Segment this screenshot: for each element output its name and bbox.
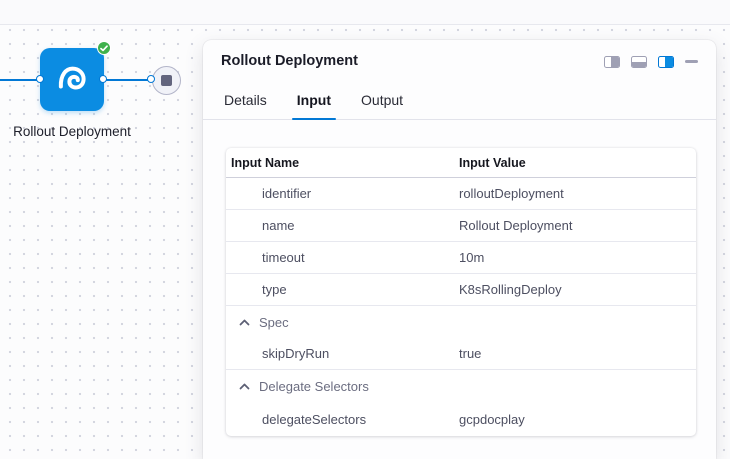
table-header-row: Input Name Input Value [226, 148, 696, 178]
rolling-deployment-icon [57, 64, 88, 95]
row-name: identifier [226, 186, 459, 201]
row-name: timeout [226, 250, 459, 265]
chevron-up-icon[interactable] [239, 319, 250, 326]
table-row-name: name Rollout Deployment [226, 210, 696, 242]
panel-body: Input Name Input Value identifier rollou… [203, 120, 716, 436]
node-input-port [36, 75, 44, 83]
row-name: type [226, 282, 459, 297]
tab-input[interactable]: Input [294, 92, 334, 119]
panel-header: Rollout Deployment [203, 40, 716, 78]
table-row-delegateselectors: delegateSelectors gcpdocplay [226, 402, 696, 436]
step-details-panel: Rollout Deployment Details Input Output … [203, 40, 716, 459]
table-row-identifier: identifier rolloutDeployment [226, 178, 696, 210]
col-input-name: Input Name [226, 156, 459, 170]
row-value: 10m [459, 250, 696, 265]
row-name: delegateSelectors [226, 412, 459, 427]
row-value: gcpdocplay [459, 412, 696, 427]
layout-toggle-right-active-icon[interactable] [658, 56, 674, 68]
col-input-value: Input Value [459, 156, 696, 170]
tab-output[interactable]: Output [358, 92, 406, 119]
connector-line-mid [106, 79, 152, 82]
minus-icon [685, 60, 698, 63]
tab-bar: Details Input Output [203, 78, 716, 120]
table-row-skipdryrun: skipDryRun true [226, 338, 696, 370]
tab-details[interactable]: Details [221, 92, 270, 119]
success-badge [97, 41, 111, 55]
step-node-rollout-deployment[interactable] [40, 48, 104, 111]
row-name: name [226, 218, 459, 233]
node-output-port [99, 75, 107, 83]
row-name: skipDryRun [226, 346, 459, 361]
inputs-table: Input Name Input Value identifier rollou… [226, 148, 696, 436]
layout-toggle-right-half-icon[interactable] [604, 56, 620, 68]
chevron-up-icon[interactable] [239, 383, 250, 390]
row-value: true [459, 346, 696, 361]
check-icon [100, 45, 108, 52]
stop-square-icon [161, 75, 172, 86]
panel-window-controls [604, 55, 698, 68]
top-bar [0, 0, 730, 25]
table-row-timeout: timeout 10m [226, 242, 696, 274]
section-label: Spec [259, 315, 289, 330]
table-row-type: type K8sRollingDeploy [226, 274, 696, 306]
section-row-spec: Spec [226, 306, 696, 338]
row-value: K8sRollingDeploy [459, 282, 696, 297]
minimize-button[interactable] [685, 55, 698, 68]
layout-toggle-bottom-icon[interactable] [631, 56, 647, 68]
end-node-input-port [147, 75, 155, 83]
section-label: Delegate Selectors [259, 379, 369, 394]
step-node-label: Rollout Deployment [12, 121, 132, 142]
connector-line-left [0, 79, 38, 82]
row-value: rolloutDeployment [459, 186, 696, 201]
row-value: Rollout Deployment [459, 218, 696, 233]
end-node[interactable] [152, 66, 181, 95]
section-row-delegate-selectors: Delegate Selectors [226, 370, 696, 402]
panel-title: Rollout Deployment [221, 53, 358, 69]
